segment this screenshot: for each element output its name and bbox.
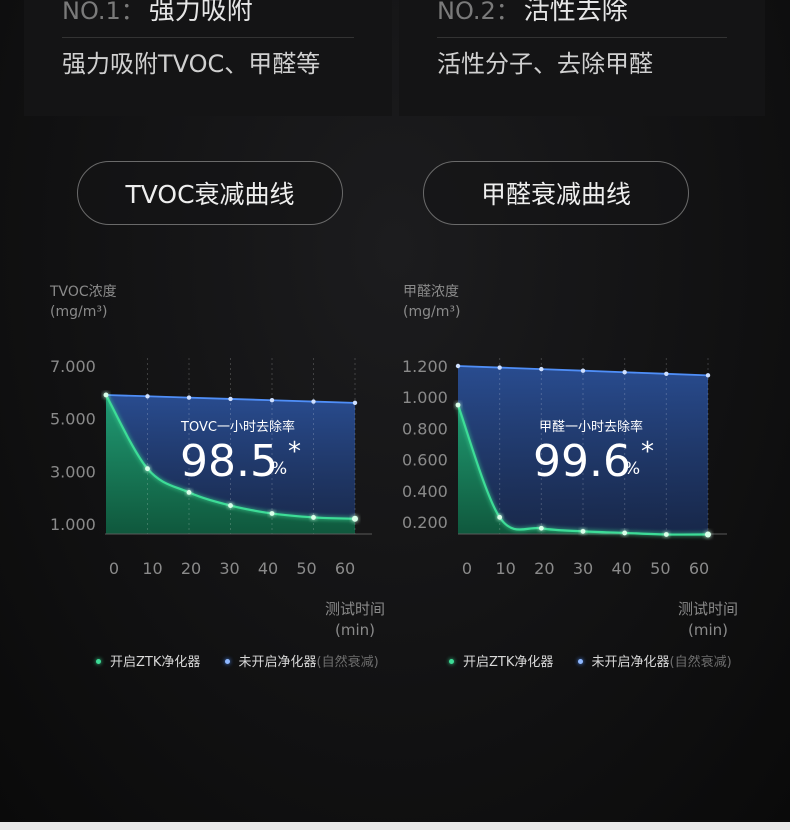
y-tick-label: 0.800 [402, 419, 448, 438]
off-series-point [145, 394, 150, 399]
off-series-point [539, 366, 544, 372]
on-series-point [663, 532, 669, 537]
y-tick-label: 5.000 [50, 410, 96, 429]
x-tick-label: 40 [611, 559, 631, 578]
y-tick-label: 3.000 [50, 462, 96, 481]
chart-2: 1.200 1.000 0.800 0.600 0.400 0.200 0 10 20 30 40 5… [402, 357, 727, 578]
y-tick-label: 1.000 [50, 515, 96, 534]
off-series-point [269, 398, 275, 403]
off-series-point [352, 400, 358, 406]
removal-rate-value: 99.6 [533, 436, 631, 487]
off-series-point [580, 368, 586, 373]
on-series-point [455, 402, 461, 408]
x-tick-label: 60 [335, 559, 355, 578]
on-series-point [103, 392, 109, 398]
on-series-point [580, 528, 586, 534]
on-series-point [538, 525, 544, 531]
bottom-strip [0, 822, 790, 830]
y-tick-label: 0.600 [402, 451, 448, 470]
y-tick-label: 1.000 [402, 388, 448, 407]
on-series-point [145, 466, 150, 472]
off-series-point [622, 370, 627, 375]
off-series-point [455, 363, 461, 369]
on-series-point [352, 515, 358, 522]
off-series-point [228, 396, 233, 402]
off-series-point [664, 371, 669, 376]
off-series-point [311, 399, 316, 404]
removal-rate-unit: % [624, 459, 640, 479]
on-series-point [705, 531, 711, 538]
on-series-point [269, 511, 275, 516]
off-series-point [705, 373, 711, 378]
removal-rate-label: TOVC一小时去除率 [180, 419, 295, 435]
x-tick-label: 40 [258, 559, 278, 578]
removal-rate-value: 98.5 [180, 436, 278, 487]
x-tick-label: 20 [181, 559, 201, 578]
removal-rate-label: 甲醛一小时去除率 [539, 419, 643, 435]
x-tick-label: 10 [142, 559, 162, 578]
x-tick-label: 0 [462, 559, 472, 578]
charts-canvas: 7.000 5.000 3.000 1.000 0 10 20 30 40 50 60 TOVC一小时… [50, 357, 727, 578]
on-series-point [228, 503, 233, 508]
x-tick-label: 10 [495, 559, 515, 578]
y-tick-label: 0.400 [402, 482, 448, 501]
y-tick-label: 0.200 [402, 513, 448, 532]
removal-rate-mark: * [641, 437, 654, 467]
y-tick-label: 7.000 [50, 357, 96, 376]
on-series-point [497, 514, 503, 520]
x-tick-label: 60 [689, 559, 709, 578]
removal-rate-mark: * [288, 437, 301, 467]
x-tick-label: 20 [534, 559, 554, 578]
x-tick-label: 30 [219, 559, 239, 578]
chart-1: 7.000 5.000 3.000 1.000 0 10 20 30 40 50 60 TOVC一小时… [50, 357, 372, 578]
on-series-point [311, 515, 316, 520]
off-series-point [497, 365, 502, 370]
off-series-point [186, 395, 192, 400]
x-tick-label: 50 [296, 559, 316, 578]
on-series-point [186, 490, 192, 495]
x-tick-label: 50 [650, 559, 670, 578]
on-series-point [622, 530, 628, 536]
removal-rate-unit: % [271, 459, 287, 479]
x-tick-label: 30 [573, 559, 593, 578]
x-tick-label: 0 [109, 559, 119, 578]
y-tick-label: 1.200 [402, 357, 448, 376]
